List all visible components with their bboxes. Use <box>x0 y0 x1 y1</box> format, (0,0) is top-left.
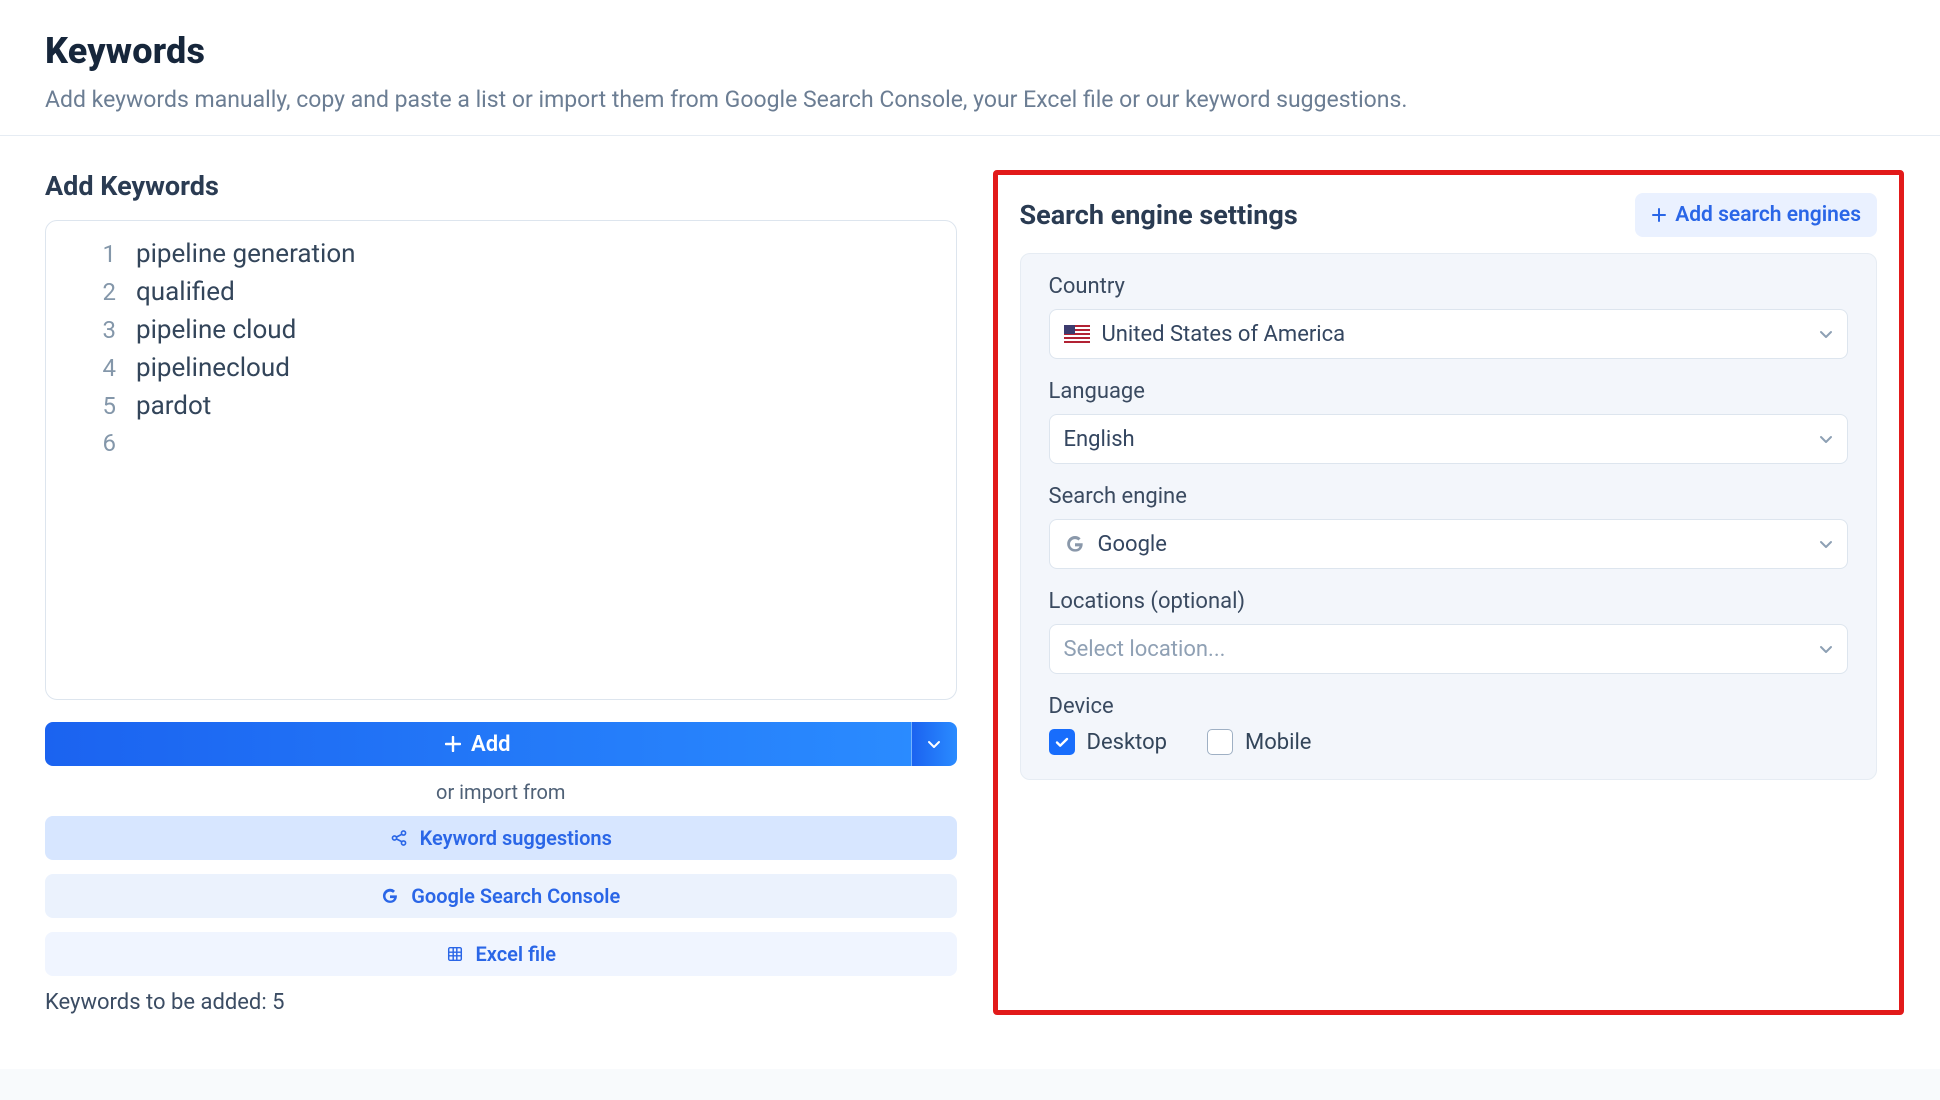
list-item: 3 pipeline cloud <box>68 315 934 345</box>
google-g-icon <box>381 887 399 905</box>
checkbox-box <box>1049 729 1075 755</box>
plus-icon <box>445 736 461 752</box>
select-value: Google <box>1098 532 1167 557</box>
country-select[interactable]: United States of America <box>1049 309 1849 359</box>
language-select[interactable]: English <box>1049 414 1849 464</box>
content-grid: Add Keywords 1 pipeline generation 2 qua… <box>0 136 1940 1015</box>
keywords-count: Keywords to be added: 5 <box>45 990 957 1015</box>
check-icon <box>1054 734 1070 750</box>
list-item: 4 pipelinecloud <box>68 353 934 383</box>
keywords-input-box[interactable]: 1 pipeline generation 2 qualified 3 pipe… <box>45 220 957 700</box>
language-field: Language English <box>1049 379 1849 464</box>
add-button-label: Add <box>471 732 510 757</box>
add-button-group: Add <box>45 722 957 766</box>
checkbox-box <box>1207 729 1233 755</box>
row-number: 5 <box>68 392 116 420</box>
add-keywords-title: Add Keywords <box>45 170 957 202</box>
device-field: Device Desktop Mobile <box>1049 694 1849 755</box>
select-value: United States of America <box>1102 322 1346 347</box>
page-subtitle: Add keywords manually, copy and paste a … <box>45 86 1895 113</box>
plus-icon <box>1651 207 1667 223</box>
chevron-down-icon <box>1819 327 1833 341</box>
search-engine-settings-section: Search engine settings Add search engine… <box>993 170 1905 1015</box>
settings-panel: Country United States of America Languag… <box>1020 253 1878 780</box>
row-text[interactable]: qualified <box>136 277 934 307</box>
page-header: Keywords Add keywords manually, copy and… <box>0 30 1940 136</box>
search-engine-field: Search engine Google <box>1049 484 1849 569</box>
add-keywords-section: Add Keywords 1 pipeline generation 2 qua… <box>45 170 957 1015</box>
locations-select[interactable]: Select location... <box>1049 624 1849 674</box>
add-button-caret[interactable] <box>911 722 957 766</box>
field-label: Search engine <box>1049 484 1849 509</box>
locations-field: Locations (optional) Select location... <box>1049 589 1849 674</box>
list-item: 5 pardot <box>68 391 934 421</box>
select-value: English <box>1064 427 1135 452</box>
list-item: 2 qualified <box>68 277 934 307</box>
field-label: Country <box>1049 274 1849 299</box>
field-label: Device <box>1049 694 1849 719</box>
us-flag-icon <box>1064 325 1090 343</box>
list-item: 1 pipeline generation <box>68 239 934 269</box>
row-number: 4 <box>68 354 116 382</box>
add-button[interactable]: Add <box>45 722 911 766</box>
checkbox-label: Mobile <box>1245 730 1311 755</box>
select-placeholder: Select location... <box>1064 637 1226 662</box>
device-checkbox-row: Desktop Mobile <box>1049 729 1849 755</box>
button-label: Add search engines <box>1675 203 1861 227</box>
row-number: 3 <box>68 316 116 344</box>
add-search-engines-button[interactable]: Add search engines <box>1635 193 1877 237</box>
chevron-down-icon <box>927 737 941 751</box>
page-title: Keywords <box>45 30 1895 72</box>
country-field: Country United States of America <box>1049 274 1849 359</box>
row-text[interactable]: pipeline generation <box>136 239 934 269</box>
button-label: Excel file <box>476 942 556 966</box>
add-controls: Add or import from Keyword suggestions <box>45 722 957 1015</box>
row-text[interactable]: pipeline cloud <box>136 315 934 345</box>
row-number: 1 <box>68 240 116 268</box>
share-icon <box>390 829 408 847</box>
list-item: 6 <box>68 429 934 457</box>
import-separator: or import from <box>45 780 957 804</box>
chevron-down-icon <box>1819 642 1833 656</box>
google-search-console-button[interactable]: Google Search Console <box>45 874 957 918</box>
field-label: Locations (optional) <box>1049 589 1849 614</box>
mobile-checkbox[interactable]: Mobile <box>1207 729 1311 755</box>
row-text[interactable]: pardot <box>136 391 934 421</box>
checkbox-label: Desktop <box>1087 730 1168 755</box>
settings-title: Search engine settings <box>1020 199 1298 231</box>
row-number: 6 <box>68 429 116 457</box>
field-label: Language <box>1049 379 1849 404</box>
keywords-list: 1 pipeline generation 2 qualified 3 pipe… <box>68 239 934 457</box>
button-label: Google Search Console <box>411 884 620 908</box>
page: Keywords Add keywords manually, copy and… <box>0 0 1940 1069</box>
spreadsheet-icon <box>446 945 464 963</box>
settings-header-row: Search engine settings Add search engine… <box>1020 193 1878 237</box>
row-text[interactable]: pipelinecloud <box>136 353 934 383</box>
chevron-down-icon <box>1819 432 1833 446</box>
button-label: Keyword suggestions <box>420 826 612 850</box>
row-number: 2 <box>68 278 116 306</box>
desktop-checkbox[interactable]: Desktop <box>1049 729 1168 755</box>
search-engine-select[interactable]: Google <box>1049 519 1849 569</box>
chevron-down-icon <box>1819 537 1833 551</box>
keyword-suggestions-button[interactable]: Keyword suggestions <box>45 816 957 860</box>
excel-file-button[interactable]: Excel file <box>45 932 957 976</box>
google-g-icon <box>1064 533 1086 555</box>
